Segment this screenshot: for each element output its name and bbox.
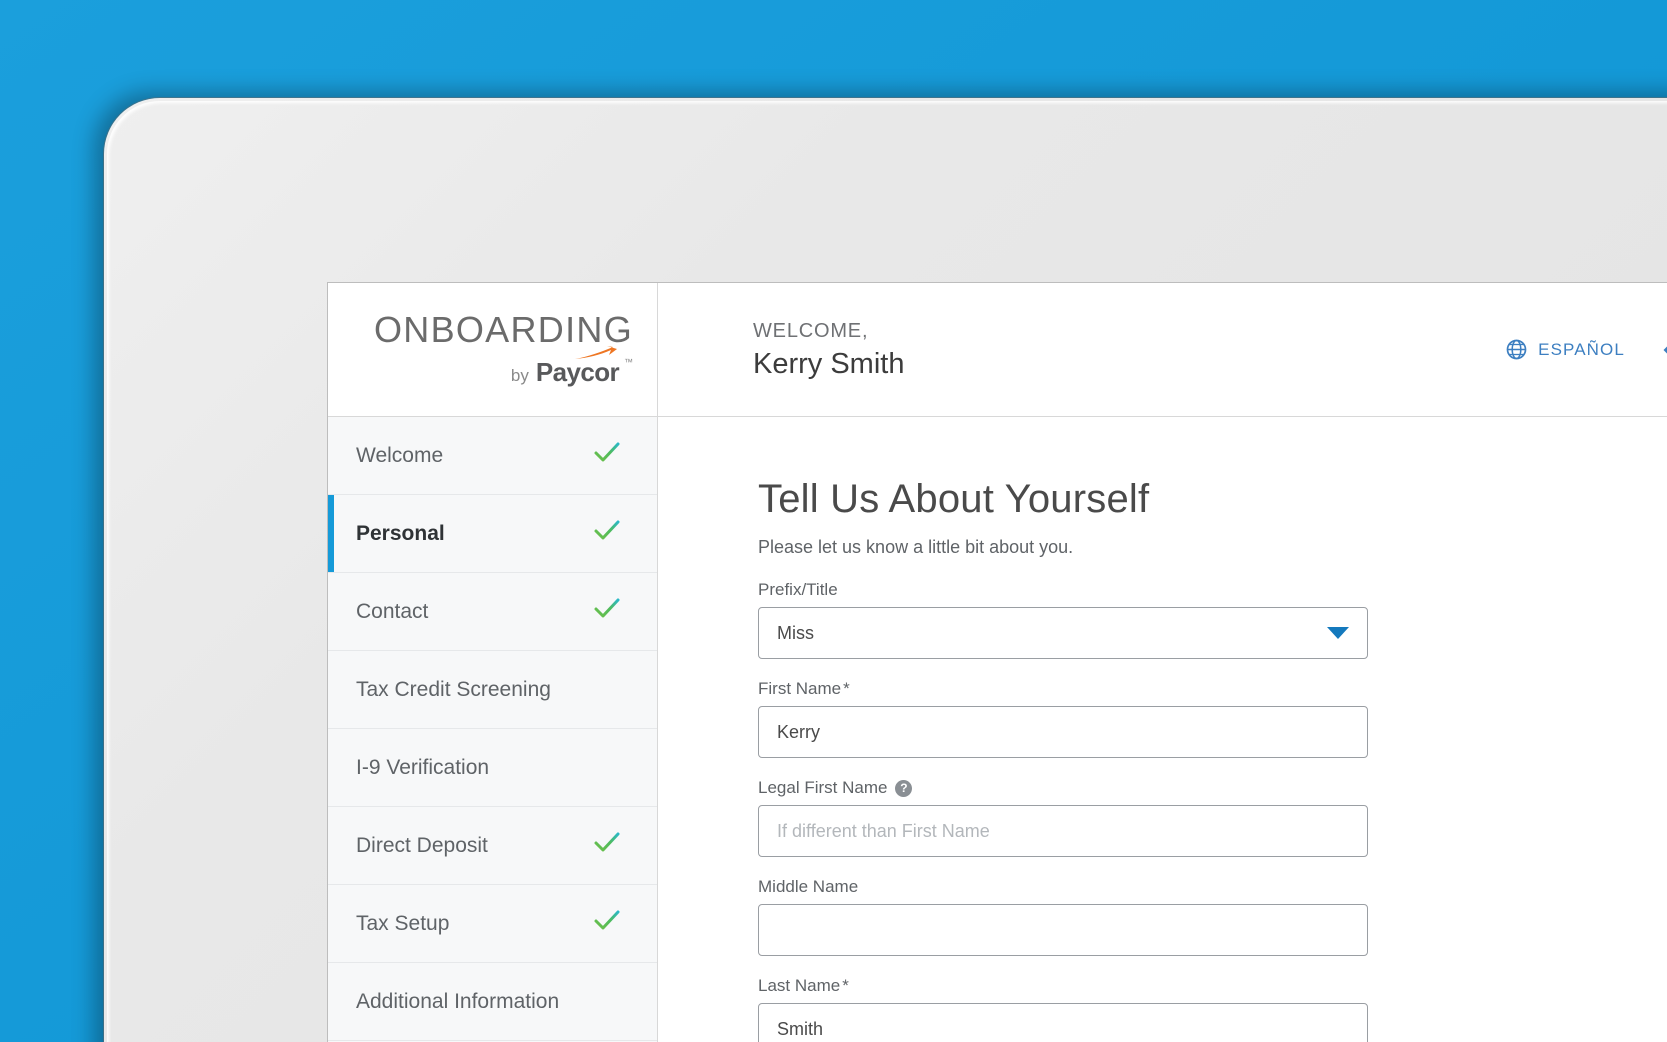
sidebar-item-i-9-verification[interactable]: I-9 Verification — [328, 729, 657, 807]
sidebar-item-label: Tax Credit Screening — [356, 677, 551, 701]
label-text: Last Name — [758, 976, 841, 995]
paycor-swoosh-icon — [575, 345, 617, 359]
chevron-down-icon[interactable] — [1327, 627, 1349, 639]
input-value: Smith — [777, 1018, 824, 1039]
completed-check-icon — [594, 442, 620, 462]
personal-info-form: Prefix/Title Miss First Name * Kerry Legal Fi… — [758, 580, 1667, 1042]
sidebar-item-tax-setup[interactable]: Tax Setup — [328, 885, 657, 963]
completed-check-icon — [594, 520, 620, 540]
input-value: Miss — [777, 622, 814, 643]
label-text: First Name — [758, 679, 842, 698]
completed-check-icon — [594, 598, 620, 618]
completed-check-icon — [594, 910, 620, 930]
field-legal-first-name: Legal First Name? If different than First… — [758, 778, 1368, 857]
sidebar-item-direct-deposit[interactable]: Direct Deposit — [328, 807, 657, 885]
sidebar-item-additional-information[interactable]: Additional Information — [328, 963, 657, 1041]
sidebar-item-tax-credit-screening[interactable]: Tax Credit Screening — [328, 651, 657, 729]
help-question-icon[interactable]: ? — [895, 779, 913, 797]
header-actions: ESPAÑOL SIGN OFF — [1506, 283, 1667, 416]
label-text: Legal First Name — [758, 778, 888, 797]
label-middle-name: Middle Name — [758, 877, 1368, 897]
sign-off-arrow-icon — [1663, 340, 1667, 360]
sidebar-item-welcome[interactable]: Welcome — [328, 417, 657, 495]
field-prefix-title: Prefix/Title Miss — [758, 580, 1368, 659]
completed-check-wrap — [593, 909, 621, 938]
brand-by-label: by — [510, 365, 529, 385]
label-last-name: Last Name * — [758, 976, 1368, 996]
input-placeholder: If different than First Name — [777, 820, 990, 841]
page-title: Tell Us About Yourself — [758, 477, 1150, 521]
field-first-name: First Name * Kerry — [758, 679, 1368, 758]
main-content: Tell Us About Yourself Please let us kno… — [658, 417, 1667, 1042]
input-first-name[interactable]: Kerry — [758, 706, 1368, 758]
completed-check-wrap — [593, 519, 621, 548]
tablet-device-frame: ONBOARDING by Paycor ™ WELCOME, Kerry Sm… — [104, 98, 1667, 1042]
sidebar-item-personal[interactable]: Personal — [328, 495, 657, 573]
page-subtitle: Please let us know a little bit about yo… — [758, 537, 1074, 557]
label-prefix-title: Prefix/Title — [758, 580, 1368, 600]
completed-check-wrap — [593, 831, 621, 860]
input-legal-first-name[interactable]: If different than First Name — [758, 805, 1368, 857]
screenshot-stage: ONBOARDING by Paycor ™ WELCOME, Kerry Sm… — [0, 0, 1667, 1042]
sidebar-item-label: Welcome — [356, 443, 444, 467]
sidebar-item-label: Personal — [356, 521, 445, 545]
brand-logo: ONBOARDING by Paycor ™ — [328, 283, 658, 416]
field-last-name: Last Name * Smith — [758, 976, 1368, 1042]
onboarding-step-sidebar: Welcome Personal Contact Tax Credit Screeni… — [328, 417, 658, 1042]
sidebar-item-label: Tax Setup — [356, 911, 450, 935]
brand-trademark: ™ — [624, 356, 633, 367]
sidebar-item-label: Contact — [356, 599, 429, 623]
app-body: Welcome Personal Contact Tax Credit Screeni… — [328, 417, 1667, 1042]
sidebar-item-label: Additional Information — [356, 989, 560, 1013]
welcome-block: WELCOME, Kerry Smith — [658, 283, 1506, 416]
brand-subtitle: by Paycor ™ — [510, 345, 633, 388]
app-header: ONBOARDING by Paycor ™ WELCOME, Kerry Sm… — [328, 283, 1667, 417]
label-first-name: First Name * — [758, 679, 1368, 699]
label-legal-first-name: Legal First Name? — [758, 778, 1368, 798]
sidebar-item-label: Direct Deposit — [356, 833, 488, 857]
sidebar-item-contact[interactable]: Contact — [328, 573, 657, 651]
completed-check-wrap — [593, 441, 621, 470]
onboarding-app-screen: ONBOARDING by Paycor ™ WELCOME, Kerry Sm… — [328, 283, 1667, 1042]
sign-off-button[interactable]: SIGN OFF — [1663, 340, 1667, 360]
welcome-label: WELCOME, — [753, 319, 869, 342]
language-toggle-espanol[interactable]: ESPAÑOL — [1506, 339, 1625, 360]
language-label: ESPAÑOL — [1538, 339, 1625, 359]
completed-check-icon — [594, 832, 620, 852]
input-last-name[interactable]: Smith — [758, 1003, 1368, 1042]
select-prefix-title[interactable]: Miss — [758, 607, 1368, 659]
label-text: Prefix/Title — [758, 580, 838, 599]
sidebar-item-label: I-9 Verification — [356, 755, 490, 779]
user-name: Kerry Smith — [753, 347, 905, 380]
input-value: Kerry — [777, 721, 821, 742]
brand-company-name: Paycor — [536, 345, 620, 388]
required-asterisk: * — [843, 679, 850, 698]
required-asterisk: * — [842, 976, 849, 995]
input-middle-name[interactable] — [758, 904, 1368, 956]
completed-check-wrap — [593, 597, 621, 626]
globe-icon — [1506, 339, 1527, 360]
field-middle-name: Middle Name — [758, 877, 1368, 956]
label-text: Middle Name — [758, 877, 859, 896]
brand-title: ONBOARDING — [373, 308, 633, 350]
